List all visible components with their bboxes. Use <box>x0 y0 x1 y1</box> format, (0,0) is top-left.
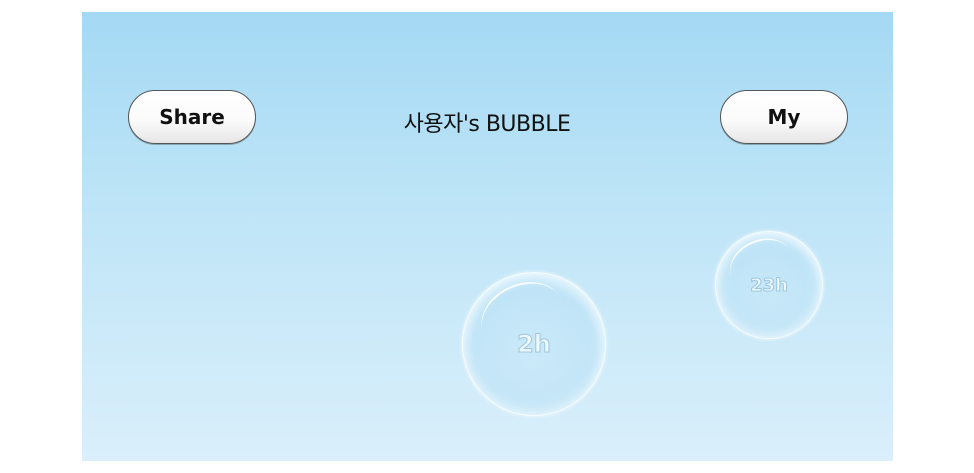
my-button[interactable]: My <box>720 90 848 144</box>
bubble-2h[interactable]: 2h <box>462 272 606 416</box>
page-title: 사용자's BUBBLE <box>403 112 571 137</box>
bubble-23h[interactable]: 23h <box>715 231 823 339</box>
bubble-app-screen: Share 사용자's BUBBLE My 2h 23h <box>82 12 893 461</box>
share-button[interactable]: Share <box>128 90 256 144</box>
my-button-label: My <box>767 105 801 129</box>
bubble-time-label: 2h <box>517 330 552 359</box>
share-button-label: Share <box>159 105 225 129</box>
bubble-time-label: 23h <box>750 274 789 296</box>
